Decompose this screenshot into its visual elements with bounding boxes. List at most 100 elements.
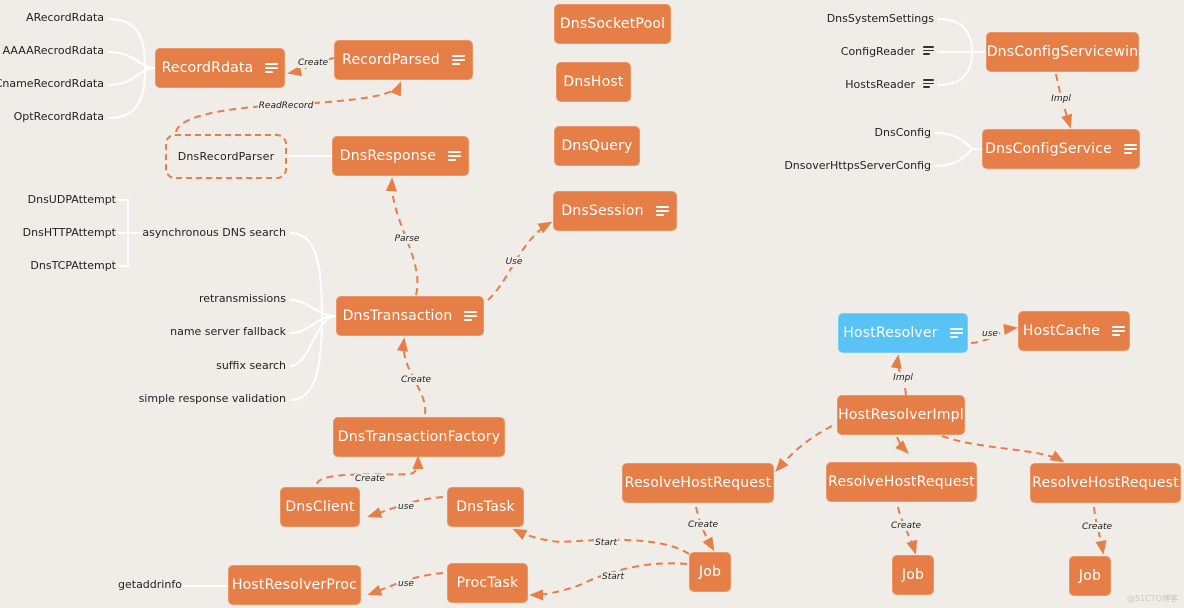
edge-label-parse: Parse [393,234,421,244]
node-job-3[interactable]: Job [1069,556,1111,596]
notes-icon [464,311,478,321]
node-job-1[interactable]: Job [689,552,731,592]
node-job-2[interactable]: Job [892,555,934,595]
leaf-dns-config: DnsConfig [874,126,931,139]
node-dns-host[interactable]: DnsHost [556,62,631,102]
node-dns-record-parser[interactable]: DnsRecordParser [165,134,287,179]
edge-label-read-record: ReadRecord [257,101,315,111]
node-dns-transaction-factory[interactable]: DnsTransactionFactory [333,417,505,457]
node-label: HostCache [1022,323,1101,339]
node-label: DnsTask [456,499,515,515]
node-resolve-host-request-2[interactable]: ResolveHostRequest [826,462,977,502]
node-dns-socket-pool[interactable]: DnsSocketPool [554,4,671,44]
notes-icon [923,79,934,88]
node-dns-transaction[interactable]: DnsTransaction [336,296,484,336]
node-label: DnsTransaction [342,308,453,324]
node-dns-client[interactable]: DnsClient [280,487,360,527]
node-label: RecordParsed [342,52,440,68]
edge-label-start-proc: Start [601,572,625,582]
edge-label-use-proc: use [397,579,415,589]
leaf-dns-http-attempt: DnsHTTPAttempt [22,226,116,239]
node-label: HostResolverImpl [838,407,964,423]
node-record-rdata[interactable]: RecordRdata [155,48,285,88]
node-dns-session[interactable]: DnsSession [553,191,677,231]
leaf-cname-record-rdata: CnameRecordRdata [0,77,104,90]
node-label: Job [901,567,925,583]
tree-line [934,132,974,167]
node-label: RecordRdata [161,60,254,76]
node-label: DnsRecordParser [177,150,275,163]
node-host-resolver-proc[interactable]: HostResolverProc [228,565,361,605]
leaf-aaaa-record-rdata: AAAARecrodRdata [2,44,104,57]
node-dns-task[interactable]: DnsTask [447,487,524,527]
node-dns-query[interactable]: DnsQuery [554,126,640,166]
leaf-getaddrinfo: getaddrinfo [118,578,182,591]
leaf-label: HostsReader [845,78,915,91]
node-label: ResolveHostRequest [1032,475,1179,491]
node-label: DnsConfigServicewin [986,44,1139,60]
notes-icon [655,206,669,216]
node-proc-task[interactable]: ProcTask [447,563,528,603]
tree-line [107,67,156,86]
node-label: DnsSession [561,203,644,219]
tree-line [107,51,156,69]
watermark: @51CTO博客 [1127,594,1178,603]
node-label: DnsQuery [561,138,633,154]
edge-label-use-client: use [397,502,415,512]
node-label: ResolveHostRequest [624,475,772,491]
edge-label-use-session: Use [504,257,524,267]
tree-line [107,18,147,119]
edge-label-create-job-2: Create [889,521,923,531]
node-label: DnsTransactionFactory [337,429,501,445]
node-resolve-host-request-1[interactable]: ResolveHostRequest [622,463,774,503]
notes-icon [923,46,934,55]
node-dns-config-service-win[interactable]: DnsConfigServicewin [986,32,1139,72]
edge-label-create-transaction: Create [399,375,433,385]
node-label: DnsResponse [339,148,437,164]
node-dns-config-service[interactable]: DnsConfigService [982,129,1140,169]
edge-label-create-rdata: Create [296,58,330,68]
leaf-dns-tcp-attempt: DnsTCPAttempt [30,259,116,272]
node-label: ProcTask [456,575,519,591]
edge-impl-to-req1 [775,425,833,473]
edge-label-start-dns: Start [594,538,618,548]
node-label: HostResolverProc [231,577,358,593]
leaf-opt-record-rdata: OptRecordRdata [13,110,104,123]
leaf-dns-udp-attempt: DnsUDPAttempt [27,193,116,206]
leaf-label: ConfigReader [840,45,915,58]
node-dns-response[interactable]: DnsResponse [332,136,469,176]
node-record-parsed[interactable]: RecordParsed [334,40,473,80]
notes-icon [1123,144,1137,154]
node-host-cache[interactable]: HostCache [1018,311,1130,351]
notes-icon [451,55,465,65]
notes-icon [265,63,279,73]
leaf-hosts-reader: HostsReader [845,78,934,91]
tree-line [289,299,337,317]
leaf-dns-over-https-server-config: DnsoverHttpsServerConfig [784,159,931,172]
edge-label-create-job-3: Create [1080,522,1114,532]
node-label: ResolveHostRequest [828,474,975,490]
node-label: Job [698,564,722,580]
edge-label-create-job-1: Create [686,520,720,530]
node-label: DnsHost [563,74,624,90]
leaf-a-record-rdata: ARecordRdata [26,11,104,24]
node-host-resolver-impl[interactable]: HostResolverImpl [837,395,965,435]
notes-icon [1112,326,1126,336]
node-host-resolver[interactable]: HostResolver [838,313,968,353]
leaf-retransmissions: retransmissions [198,292,286,305]
leaf-config-reader: ConfigReader [841,45,934,58]
edge-label-use-cache: use [981,329,999,339]
node-resolve-host-request-3[interactable]: ResolveHostRequest [1030,463,1181,503]
tree-line [289,232,324,401]
edge-label-create-factory: Create [353,474,387,484]
leaf-name-server-fallback: name server fallback [170,325,286,338]
node-label: HostResolver [843,325,938,341]
leaf-simple-response-validation: simple response validation [138,392,286,405]
notes-icon [949,328,963,338]
edge-impl-to-req2 [895,436,909,454]
edge-label-impl-resolver: Impl [892,373,914,383]
leaf-async-dns-search: asynchronous DNS search [142,226,286,239]
edge-label-impl-config: Impl [1050,94,1072,104]
notes-icon [448,151,462,161]
node-label: DnsClient [285,499,355,515]
